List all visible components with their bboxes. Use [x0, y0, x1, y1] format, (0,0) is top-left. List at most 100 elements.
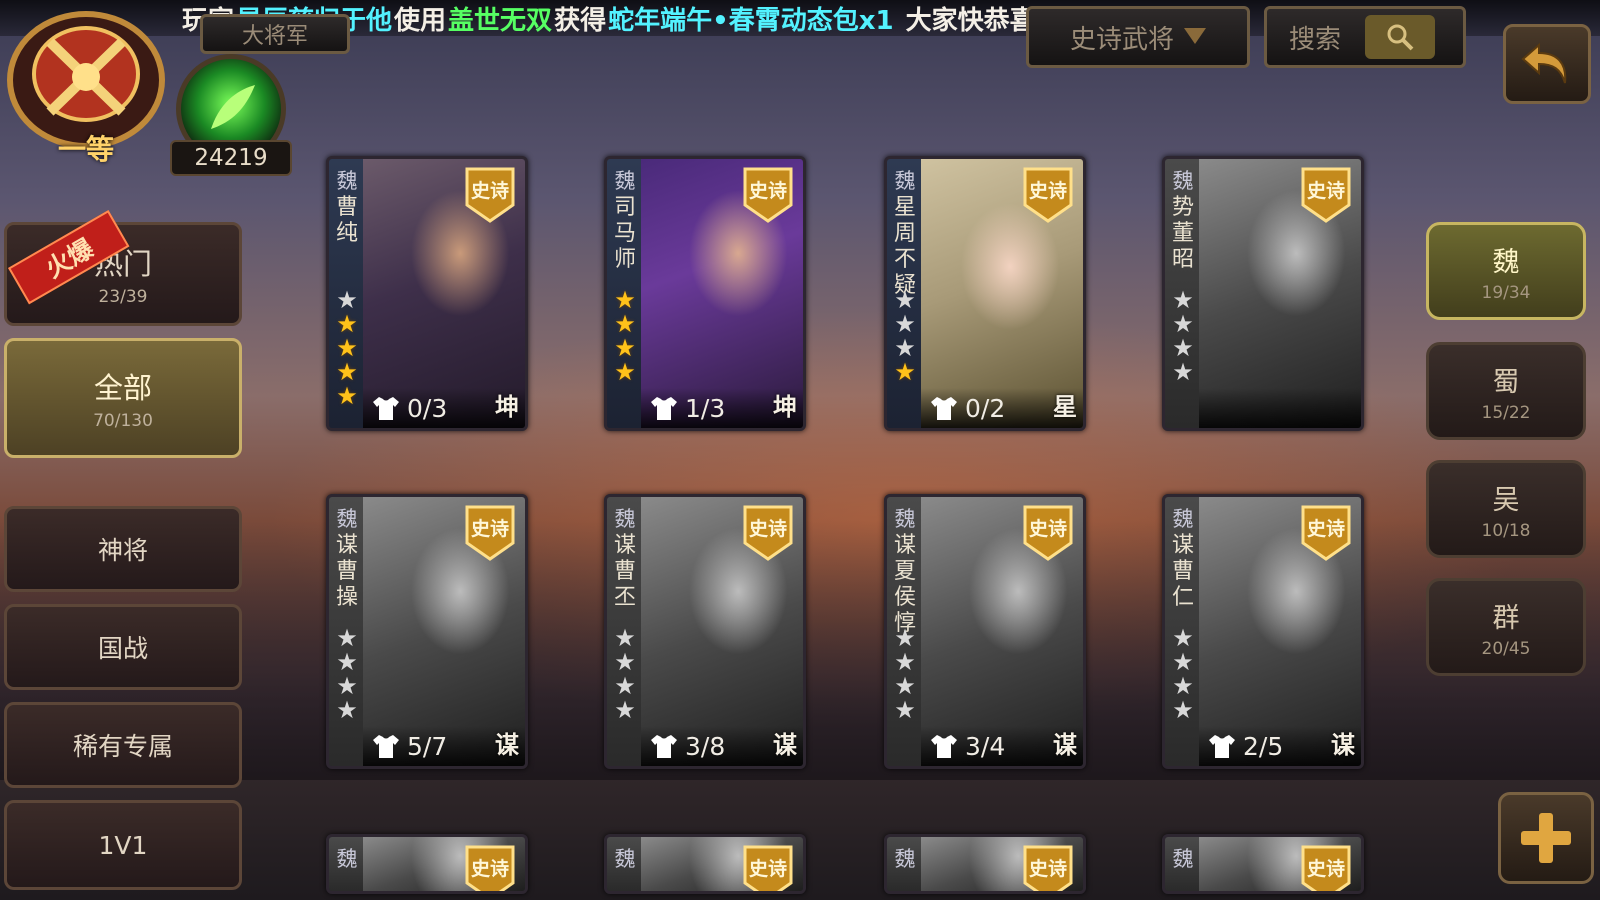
svg-text:史诗: 史诗: [1029, 858, 1067, 880]
card-general-name: 星周不疑: [893, 195, 916, 298]
rarity-label: 史诗: [749, 518, 787, 540]
kingdom-label: 群: [1492, 602, 1520, 634]
skin-count: 5/7: [407, 731, 448, 761]
general-card[interactable]: 魏星周不疑 史诗 ★ ★ ★ ★ 0/2 星: [884, 156, 1086, 431]
card-type-badge: 谋: [1331, 731, 1355, 759]
card-kingdom: 魏: [614, 847, 636, 871]
rarity-label: 史诗: [471, 518, 509, 540]
add-button[interactable]: [1498, 792, 1594, 884]
card-general-name: 谋夏侯惇: [893, 533, 916, 636]
svg-text:史诗: 史诗: [471, 518, 509, 540]
general-card[interactable]: 魏曹纯 史诗 ★ ★ ★ ★ ★ 0/3 坤: [326, 156, 528, 431]
svg-text:史诗: 史诗: [749, 180, 787, 202]
card-general-name: 谋曹丕: [613, 533, 636, 610]
card-kingdom: 魏: [336, 847, 358, 871]
kingdom-wei[interactable]: 魏 19/34: [1426, 222, 1586, 320]
star-icon: ★: [336, 382, 358, 410]
back-button[interactable]: [1503, 24, 1591, 104]
card-type-badge: 谋: [773, 731, 797, 759]
svg-text:史诗: 史诗: [471, 180, 509, 202]
skin-count: 0/2: [965, 393, 1006, 423]
rarity-tag: 史诗: [1297, 165, 1355, 223]
kingdom-count: 19/34: [1481, 282, 1531, 303]
kingdom-shu[interactable]: 蜀 15/22: [1426, 342, 1586, 440]
marquee-item-name: 盖世无双: [448, 5, 553, 36]
star-icon: ★: [336, 648, 358, 676]
skin-count: 3/8: [685, 731, 726, 761]
general-card[interactable]: 魏谋曹操 史诗 ★ ★ ★ ★ 5/7 谋: [326, 494, 528, 769]
star-icon: ★: [614, 648, 636, 676]
rarity-tag: 史诗: [739, 503, 797, 561]
filter-dropdown[interactable]: 史诗武将: [1026, 6, 1250, 68]
star-icon: ★: [336, 286, 358, 314]
category-all[interactable]: 全部 70/130: [4, 338, 242, 458]
search-label: 搜索: [1289, 24, 1342, 55]
general-card[interactable]: 魏司马师 史诗 ★ ★ ★ ★ 1/3 坤: [604, 156, 806, 431]
svg-text:史诗: 史诗: [749, 858, 787, 880]
card-stars: ★ ★ ★ ★: [893, 288, 917, 384]
star-icon: ★: [1172, 648, 1194, 676]
card-kingdom: 魏: [1172, 507, 1194, 531]
general-card[interactable]: 魏 史诗: [326, 834, 528, 894]
star-icon: ★: [614, 286, 636, 314]
category-god-generals[interactable]: 神将: [4, 506, 242, 592]
card-kingdom: 魏: [336, 169, 358, 193]
card-type-badge: 谋: [495, 731, 519, 759]
category-rare-exclusive[interactable]: 稀有专属: [4, 702, 242, 788]
card-kingdom: 魏: [1172, 847, 1194, 871]
category-label: 1V1: [98, 830, 148, 860]
rarity-tag: 史诗: [461, 165, 519, 223]
player-score-value: 24219: [194, 145, 268, 171]
skin-count: 2/5: [1243, 731, 1284, 761]
rarity-label: 史诗: [1029, 858, 1067, 880]
marquee-reward-name: 蛇年端午•春霄动态包x1: [608, 5, 894, 36]
card-stars: ★ ★ ★ ★ ★: [335, 286, 359, 410]
card-stars: ★ ★ ★ ★: [613, 286, 637, 386]
kingdom-qun[interactable]: 群 20/45: [1426, 578, 1586, 676]
star-icon: ★: [1172, 334, 1194, 362]
star-icon: ★: [614, 624, 636, 652]
general-card[interactable]: 魏 史诗: [1162, 834, 1364, 894]
magnifier-icon: [1387, 24, 1414, 51]
star-icon: ★: [614, 672, 636, 700]
rarity-label: 史诗: [749, 180, 787, 202]
search-button[interactable]: [1365, 15, 1436, 59]
tab-partial[interactable]: 大将军: [200, 14, 350, 54]
card-kingdom: 魏: [614, 169, 636, 193]
rarity-label: 史诗: [1307, 518, 1345, 540]
star-icon: ★: [614, 310, 636, 338]
kingdom-wu[interactable]: 吴 10/18: [1426, 460, 1586, 558]
rarity-label: 史诗: [1029, 518, 1067, 540]
plus-icon: [1521, 813, 1571, 863]
rarity-label: 史诗: [1029, 180, 1067, 202]
category-label: 稀有专属: [72, 732, 173, 761]
category-label: 神将: [97, 536, 148, 565]
star-icon: ★: [894, 334, 916, 362]
general-card[interactable]: 魏谋曹仁 史诗 ★ ★ ★ ★ 2/5 谋: [1162, 494, 1364, 769]
kingdom-count: 20/45: [1481, 638, 1531, 659]
shirt-icon: [371, 395, 401, 421]
tab-partial-label: 大将军: [241, 24, 308, 49]
rank-emblem[interactable]: 一等: [4, 8, 168, 166]
search-box[interactable]: 搜索: [1264, 6, 1466, 68]
category-1v1[interactable]: 1V1: [4, 800, 242, 890]
star-icon: ★: [1172, 696, 1194, 724]
star-icon: ★: [336, 672, 358, 700]
star-icon: ★: [336, 624, 358, 652]
rarity-tag: 史诗: [461, 503, 519, 561]
card-type-badge: 星: [1053, 393, 1077, 421]
back-arrow-icon: [1521, 42, 1567, 84]
general-card[interactable]: 魏 史诗: [604, 834, 806, 894]
kingdom-count: 10/18: [1481, 520, 1531, 541]
general-card[interactable]: 魏势董昭 史诗 ★ ★ ★ ★: [1162, 156, 1364, 431]
general-card[interactable]: 魏谋夏侯惇 史诗 ★ ★ ★ ★ 3/4 谋: [884, 494, 1086, 769]
rarity-label: 史诗: [471, 858, 509, 880]
svg-text:史诗: 史诗: [1307, 518, 1345, 540]
star-icon: ★: [614, 358, 636, 386]
general-card[interactable]: 魏谋曹丕 史诗 ★ ★ ★ ★ 3/8 谋: [604, 494, 806, 769]
kingdom-count: 15/22: [1481, 402, 1531, 423]
category-national-war[interactable]: 国战: [4, 604, 242, 690]
general-card[interactable]: 魏 史诗: [884, 834, 1086, 894]
svg-text:史诗: 史诗: [1307, 180, 1345, 202]
card-general-name: 谋曹仁: [1171, 533, 1194, 610]
